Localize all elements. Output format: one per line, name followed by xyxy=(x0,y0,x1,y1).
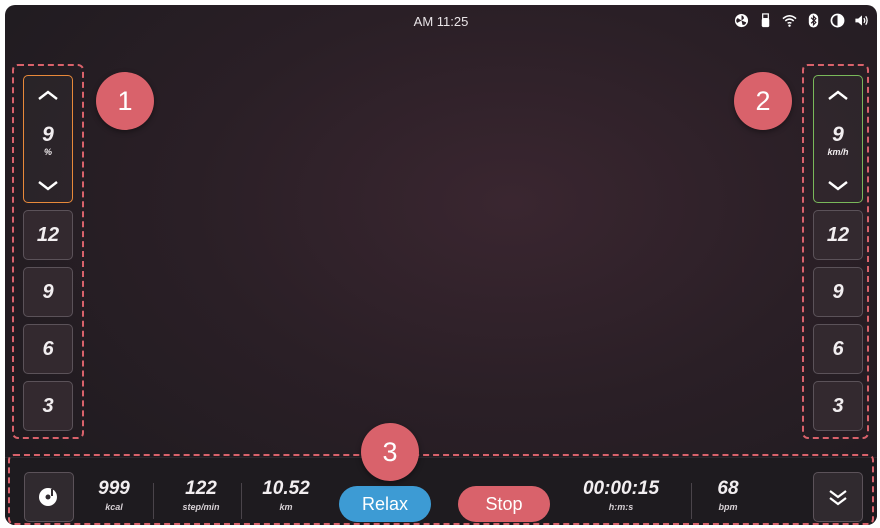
time-value: 00:00:15 xyxy=(582,478,660,499)
callout-badge-1: 1 xyxy=(96,72,154,130)
fan-icon xyxy=(734,13,749,28)
chevron-down-icon xyxy=(38,181,58,191)
speed-preset-9[interactable]: 9 xyxy=(813,267,863,317)
divider xyxy=(153,483,154,519)
incline-unit: % xyxy=(43,147,52,157)
relax-button[interactable]: Relax xyxy=(339,486,431,522)
time-unit: h:m:s xyxy=(608,502,634,512)
distance-metric: 10.52 km xyxy=(253,479,319,512)
music-disc-icon xyxy=(39,486,59,506)
incline-current: 9 % xyxy=(42,124,54,157)
speed-stepper: 9 km/h xyxy=(813,75,863,203)
incline-preset-3[interactable]: 3 xyxy=(23,381,73,431)
speed-preset-3[interactable]: 3 xyxy=(813,381,863,431)
chevron-down-icon xyxy=(828,181,848,191)
calories-value: 999 xyxy=(98,478,130,499)
incline-preset-12[interactable]: 12 xyxy=(23,210,73,260)
calories-metric: 999 kcal xyxy=(87,479,141,512)
usb-icon xyxy=(758,13,773,28)
speed-value: 9 xyxy=(832,123,844,146)
calories-unit: kcal xyxy=(105,502,123,512)
speed-preset-6[interactable]: 6 xyxy=(813,324,863,374)
speed-control: 9 km/h 12 9 6 3 xyxy=(813,75,863,431)
incline-down-button[interactable] xyxy=(33,176,63,196)
speed-down-button[interactable] xyxy=(823,176,853,196)
cadence-unit: step/min xyxy=(182,502,220,512)
callout-badge-3: 3 xyxy=(361,423,419,481)
chevron-up-icon xyxy=(38,90,58,100)
divider xyxy=(691,483,692,519)
incline-control: 9 % 12 9 6 3 xyxy=(23,75,73,431)
wifi-icon xyxy=(782,13,797,28)
speed-current: 9 km/h xyxy=(827,124,848,157)
volume-icon xyxy=(854,13,869,28)
heart-rate-value: 68 xyxy=(717,478,739,499)
speed-preset-12[interactable]: 12 xyxy=(813,210,863,260)
incline-value: 9 xyxy=(42,123,54,146)
heart-rate-unit: bpm xyxy=(718,502,738,512)
heart-rate-metric: 68 bpm xyxy=(705,479,751,512)
speed-unit: km/h xyxy=(827,147,849,157)
incline-up-button[interactable] xyxy=(33,85,63,105)
brightness-icon xyxy=(830,13,845,28)
status-icons xyxy=(734,13,869,28)
cadence-metric: 122 step/min xyxy=(169,479,233,512)
time-metric: 00:00:15 h:m:s xyxy=(571,479,671,512)
double-chevron-down-icon xyxy=(829,490,847,506)
incline-stepper: 9 % xyxy=(23,75,73,203)
divider xyxy=(241,483,242,519)
treadmill-screen: AM 11:25 9 % 12 9 6 3 9 km/h 12 9 6 3 1 … xyxy=(5,5,877,525)
cadence-value: 122 xyxy=(185,478,217,499)
incline-preset-6[interactable]: 6 xyxy=(23,324,73,374)
distance-value: 10.52 xyxy=(262,478,310,499)
music-button[interactable] xyxy=(24,472,74,522)
bluetooth-icon xyxy=(806,13,821,28)
collapse-button[interactable] xyxy=(813,472,863,522)
chevron-up-icon xyxy=(828,90,848,100)
incline-preset-9[interactable]: 9 xyxy=(23,267,73,317)
callout-badge-2: 2 xyxy=(734,72,792,130)
distance-unit: km xyxy=(279,502,293,512)
speed-up-button[interactable] xyxy=(823,85,853,105)
stop-button[interactable]: Stop xyxy=(458,486,550,522)
